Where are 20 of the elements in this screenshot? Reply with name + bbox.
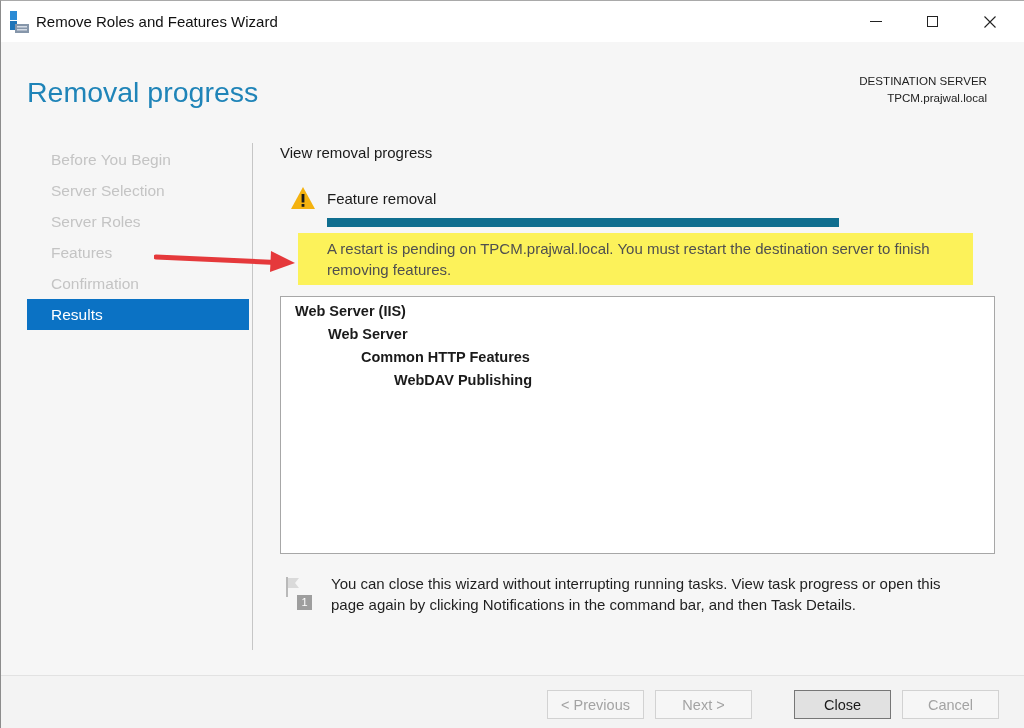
close-icon — [983, 15, 996, 28]
default-button[interactable]: Close — [794, 690, 891, 719]
tree-item: WebDAV Publishing — [394, 371, 533, 390]
task-label: Feature removal — [327, 189, 437, 207]
window-title: Remove Roles and Features Wizard — [36, 13, 278, 30]
tree-item: Common HTTP Features — [361, 348, 530, 367]
section-heading: View removal progress — [280, 143, 433, 163]
page-title: Removal progress — [27, 75, 259, 110]
server-icon — [10, 10, 29, 33]
tree-item: Web Server — [328, 325, 408, 344]
flag-icon — [286, 577, 300, 597]
restart-message: A restart is pending on TPCM.prajwal.local. You must restart the destination server to finish removing features. — [298, 233, 973, 285]
maximize-icon — [927, 16, 938, 27]
wizard-step[interactable]: Results — [27, 299, 249, 330]
minimize-icon — [869, 21, 882, 22]
destination-server: TPCM.prajwal.local — [886, 90, 987, 106]
tree-item: Web Server (IIS) — [295, 302, 406, 321]
notification-count: 1 — [297, 595, 312, 610]
info-note: You can close this wizard without interrupting running tasks. View task progress or open this page again by clicking Notifications in the command bar, and then Task Details. — [331, 574, 942, 615]
destination-label: DESTINATION SERVER — [859, 73, 987, 89]
